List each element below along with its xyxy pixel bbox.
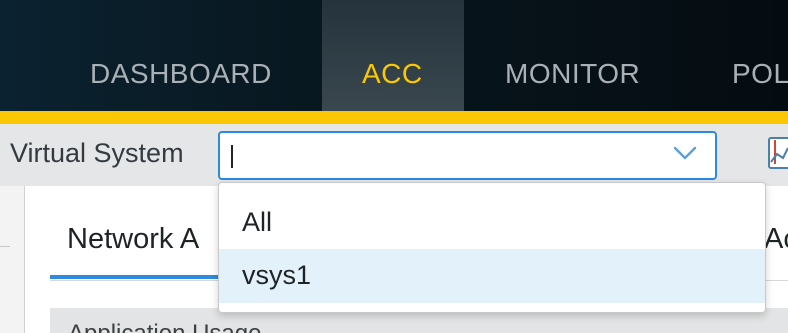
- nav-tab-monitor[interactable]: MONITOR: [464, 0, 684, 111]
- chart-icon[interactable]: [767, 136, 788, 172]
- top-navigation: DASHBOARD ACC MONITOR POL: [0, 0, 788, 111]
- accent-bar: [0, 111, 788, 124]
- section-title: Application Usage: [68, 320, 261, 333]
- virtual-system-label: Virtual System: [10, 138, 184, 168]
- virtual-system-dropdown: All vsys1: [218, 182, 766, 313]
- virtual-system-select[interactable]: [218, 131, 717, 180]
- text-cursor: [231, 145, 233, 168]
- tab-network-activity[interactable]: Network A: [67, 223, 199, 256]
- nav-tab-policies[interactable]: POL: [684, 0, 788, 111]
- filter-bar: Virtual System: [0, 124, 788, 186]
- active-tab-indicator: [50, 275, 220, 279]
- chevron-down-icon[interactable]: [673, 145, 697, 161]
- nav-tab-dashboard[interactable]: DASHBOARD: [0, 0, 322, 111]
- dropdown-option-vsys1[interactable]: vsys1: [219, 249, 765, 303]
- left-panel-edge: [0, 186, 25, 333]
- nav-tab-acc[interactable]: ACC: [322, 0, 464, 111]
- dropdown-option-all[interactable]: All: [219, 196, 765, 250]
- gutter-divider: [0, 246, 10, 247]
- tab-partial-next[interactable]: Ac: [764, 223, 788, 256]
